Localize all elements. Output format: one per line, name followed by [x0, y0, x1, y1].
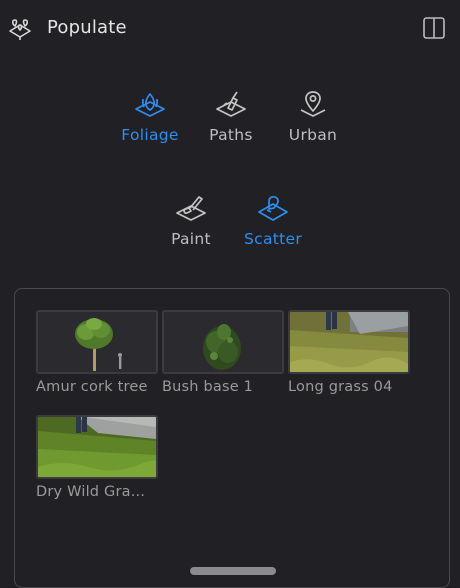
- asset-tile-bush-base-1[interactable]: [162, 310, 284, 374]
- mode-label: Scatter: [243, 230, 303, 248]
- asset-tile-dry-wild-grass[interactable]: [36, 415, 158, 479]
- asset-label: Amur cork tree: [36, 379, 148, 395]
- split-panel-icon[interactable]: [422, 16, 446, 40]
- mode-urban-button[interactable]: Urban: [273, 89, 353, 149]
- asset-label: Dry Wild Gra...: [36, 484, 146, 500]
- mode-paths-button[interactable]: Paths: [191, 89, 271, 149]
- mode-scatter-button[interactable]: Scatter: [233, 193, 313, 253]
- mode-label: Paths: [209, 126, 253, 144]
- panel-title: Populate: [47, 17, 127, 38]
- mode-label: Urban: [288, 126, 338, 144]
- asset-tile-long-grass-04[interactable]: [288, 310, 410, 374]
- mode-foliage-button[interactable]: Foliage: [110, 89, 190, 149]
- mode-label: Paint: [171, 230, 211, 248]
- map-pin-icon: [297, 89, 329, 121]
- foliage-icon: [134, 89, 166, 121]
- paths-icon: [215, 89, 247, 121]
- asset-tile-amur-cork-tree[interactable]: [36, 310, 158, 374]
- paint-icon: [175, 193, 207, 225]
- tree-thumbnail: [36, 310, 158, 374]
- bush-thumbnail: [162, 310, 284, 374]
- asset-label: Bush base 1: [162, 379, 254, 395]
- populate-icon: [7, 16, 33, 42]
- scrollbar-thumb[interactable]: [190, 567, 276, 575]
- mode-paint-button[interactable]: Paint: [151, 193, 231, 253]
- panel-header: Populate: [0, 0, 460, 56]
- grass-photo-thumbnail: [36, 415, 158, 479]
- mode-label: Foliage: [121, 126, 179, 144]
- grass-photo-thumbnail: [288, 310, 410, 374]
- scatter-icon: [257, 193, 289, 225]
- asset-label: Long grass 04: [288, 379, 393, 395]
